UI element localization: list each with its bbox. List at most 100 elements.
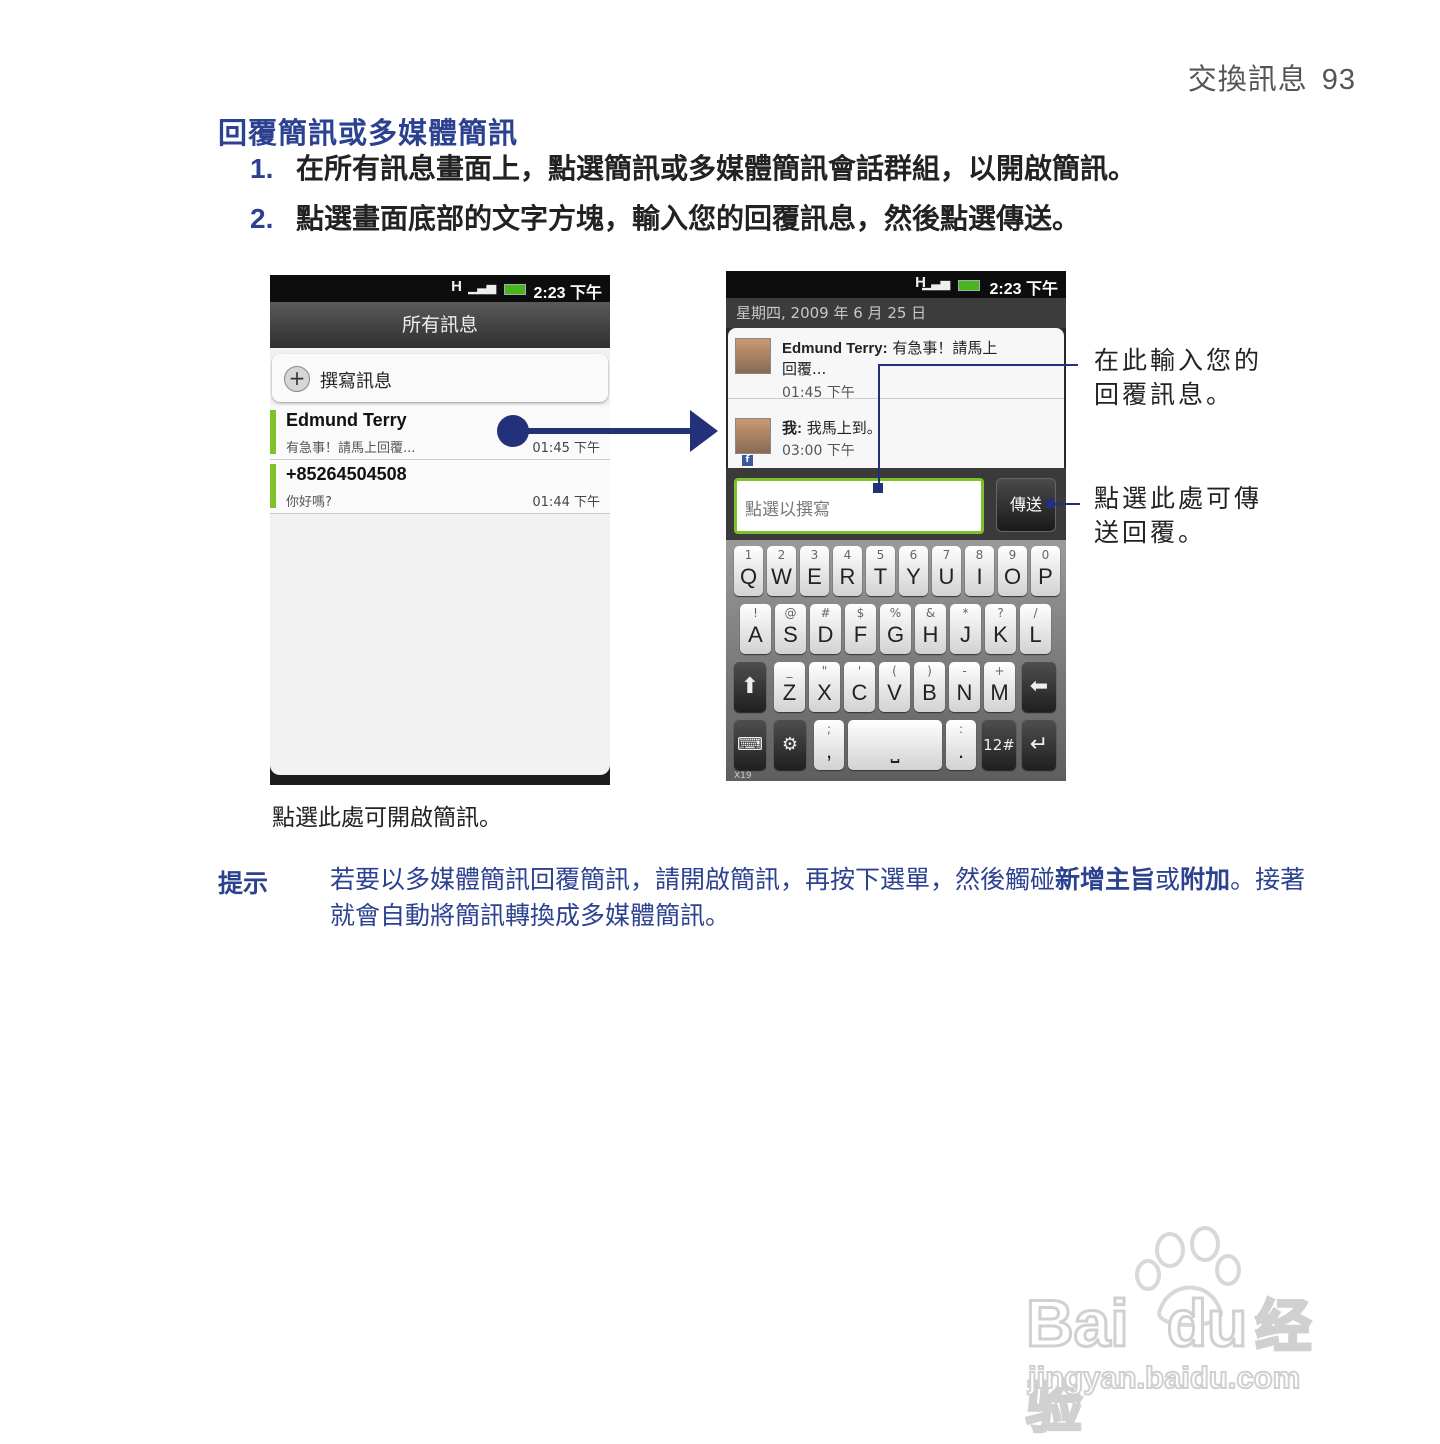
keyboard-icon[interactable]: ⌨	[734, 720, 766, 770]
watermark-url: jingyan.baidu.com	[1027, 1359, 1301, 1396]
section-title: 回覆簡訊或多媒體簡訊	[218, 116, 519, 150]
thread-item[interactable]: +85264504508 你好嗎? 01:44 下午	[270, 460, 610, 514]
avatar: f	[735, 418, 771, 466]
unread-indicator	[270, 410, 276, 454]
key-p[interactable]: 0P	[1031, 546, 1060, 596]
key-comma[interactable]: ;,	[814, 720, 844, 770]
thread-time: 01:45 下午	[532, 441, 600, 456]
message-text: Edmund Terry: 有急事！請馬上 回覆...	[782, 339, 998, 378]
backspace-key[interactable]: ⬅	[1022, 662, 1056, 712]
signal-icon: ▁▃▅	[922, 276, 950, 290]
avatar	[735, 338, 771, 374]
key-r[interactable]: 4R	[833, 546, 862, 596]
keyboard-row-2: ! A @ S # D $ F% G & H * J? K / L	[726, 604, 1066, 656]
phone-screenshot-all-messages: H ▁▃▅ 2:23 下午 所有訊息 + 撰寫訊息 Edmund Terry 有…	[270, 275, 610, 785]
unread-indicator	[270, 464, 276, 508]
key-z[interactable]: _ Z	[774, 662, 805, 712]
annotation-input: 在此輸入您的 回覆訊息。	[1094, 346, 1263, 409]
key-d[interactable]: # D	[810, 604, 841, 654]
numeric-key[interactable]: 12#	[982, 720, 1016, 770]
key-u[interactable]: 7U	[932, 546, 961, 596]
shift-key[interactable]: ⬆	[734, 662, 766, 712]
step-number: 2.	[250, 203, 274, 234]
pointer-arrow-line	[520, 428, 692, 434]
key-c[interactable]: ' C	[844, 662, 875, 712]
status-time: 2:23 下午	[989, 281, 1058, 298]
battery-icon	[958, 280, 980, 291]
key-o[interactable]: 9O	[998, 546, 1027, 596]
key-h[interactable]: & H	[915, 604, 946, 654]
settings-key[interactable]: ⚙	[774, 720, 806, 770]
thread-name: +85264504508	[286, 464, 407, 484]
thread-preview: 有急事！請馬上回覆...	[286, 441, 416, 456]
key-f[interactable]: $ F	[845, 604, 876, 654]
callout-line-input	[878, 364, 1078, 366]
message-sender: 我:	[782, 420, 802, 437]
key-y[interactable]: 6Y	[899, 546, 928, 596]
compose-label: 撰寫訊息	[320, 371, 392, 392]
pointer-dot	[497, 415, 529, 447]
baidu-watermark: Bai du 经验 jingyan.baidu.com	[1020, 1220, 1360, 1441]
plus-icon: +	[284, 366, 310, 392]
tip-bold-new-subject: 新增主旨	[1055, 865, 1156, 894]
key-m[interactable]: + M	[984, 662, 1015, 712]
message-text: 我: 我馬上到。	[782, 419, 882, 437]
annotation-send: 點選此處可傳 送回覆。	[1094, 484, 1263, 547]
key-w[interactable]: 2W	[767, 546, 796, 596]
conversation-date: 星期四, 2009 年 6 月 25 日	[726, 298, 1066, 328]
keyboard-row-3: ⬆ _ Z " X ' C(V) B - N + M ⬅	[726, 662, 1066, 714]
input-placeholder: 點選以撰寫	[745, 500, 830, 520]
tip-bold-attach: 附加	[1180, 865, 1231, 894]
battery-icon	[504, 284, 526, 295]
key-j[interactable]: * J	[950, 604, 981, 654]
message-thread: Edmund Terry: 有急事！請馬上 回覆... 01:45 下午 f 我:…	[728, 328, 1064, 468]
status-time: 2:23 下午	[533, 285, 602, 302]
phone-screenshot-conversation: H ▁▃▅ 2:23 下午 星期四, 2009 年 6 月 25 日 Edmun…	[726, 271, 1066, 781]
key-x[interactable]: " X	[809, 662, 840, 712]
space-key[interactable]: ⎵	[848, 720, 942, 770]
arrow-head-icon	[690, 410, 718, 452]
key-period[interactable]: :.	[946, 720, 976, 770]
key-k[interactable]: ? K	[985, 604, 1016, 654]
reply-input[interactable]: 點選以撰寫	[734, 478, 984, 534]
key-l[interactable]: / L	[1020, 604, 1051, 654]
watermark-brand: Bai	[1025, 1285, 1131, 1362]
step-text: 點選畫面底部的文字方塊，輸入您的回覆訊息，然後點選傳送。	[296, 202, 1081, 235]
message-sender: Edmund Terry:	[782, 340, 888, 357]
step-text: 在所有訊息畫面上，點選簡訊或多媒體簡訊會話群組，以開啟簡訊。	[296, 152, 1137, 185]
chapter-name: 交換訊息	[1187, 62, 1308, 96]
key-a[interactable]: ! A	[740, 604, 771, 654]
step-2: 2. 點選畫面底部的文字方塊，輸入您的回覆訊息，然後點選傳送。	[250, 197, 1080, 237]
thread-preview: 你好嗎?	[286, 495, 332, 510]
thread-name: Edmund Terry	[286, 410, 407, 430]
facebook-icon: f	[742, 455, 753, 466]
tip-text: 若要以多媒體簡訊回覆簡訊，請開啟簡訊，再按下選單，然後觸碰新增主旨或附加。接著就…	[330, 865, 1306, 930]
caption-open-message: 點選此處可開啟簡訊。	[272, 805, 502, 831]
key-g[interactable]: % G	[880, 604, 911, 654]
keyboard-row-4: ⌨ ⚙ ;, ⎵ :. 12# ↵	[726, 720, 1066, 772]
key-n[interactable]: -N	[949, 662, 980, 712]
key-v[interactable]: (V	[879, 662, 910, 712]
status-bar: H ▁▃▅ 2:23 下午	[726, 271, 1066, 298]
step-number: 1.	[250, 153, 274, 184]
callout-line-input-vertical	[878, 364, 880, 488]
key-i[interactable]: 8I	[965, 546, 994, 596]
key-b[interactable]: ) B	[914, 662, 945, 712]
compose-row: 點選以撰寫 傳送	[726, 468, 1066, 540]
screen-title: 所有訊息	[270, 302, 610, 348]
key-q[interactable]: 1Q	[734, 546, 763, 596]
key-e[interactable]: 3E	[800, 546, 829, 596]
message-time: 03:00 下午	[782, 443, 855, 459]
key-t[interactable]: 5T	[866, 546, 895, 596]
compose-message-button[interactable]: + 撰寫訊息	[272, 354, 608, 402]
callout-marker-send	[1046, 499, 1055, 508]
keyboard-footer: X19	[734, 771, 752, 781]
onscreen-keyboard: 1Q2W3E4R5T6Y7U8I9O0P ! A @ S # D $ F% G & H * J? K / L …	[726, 540, 1066, 781]
message-time: 01:45 下午	[782, 385, 855, 401]
enter-key[interactable]: ↵	[1022, 720, 1056, 770]
signal-icon: ▁▃▅	[468, 280, 496, 294]
callout-marker-input	[873, 483, 883, 493]
tip-label: 提示	[218, 869, 269, 898]
page-number: 93	[1321, 64, 1356, 96]
key-s[interactable]: @ S	[775, 604, 806, 654]
